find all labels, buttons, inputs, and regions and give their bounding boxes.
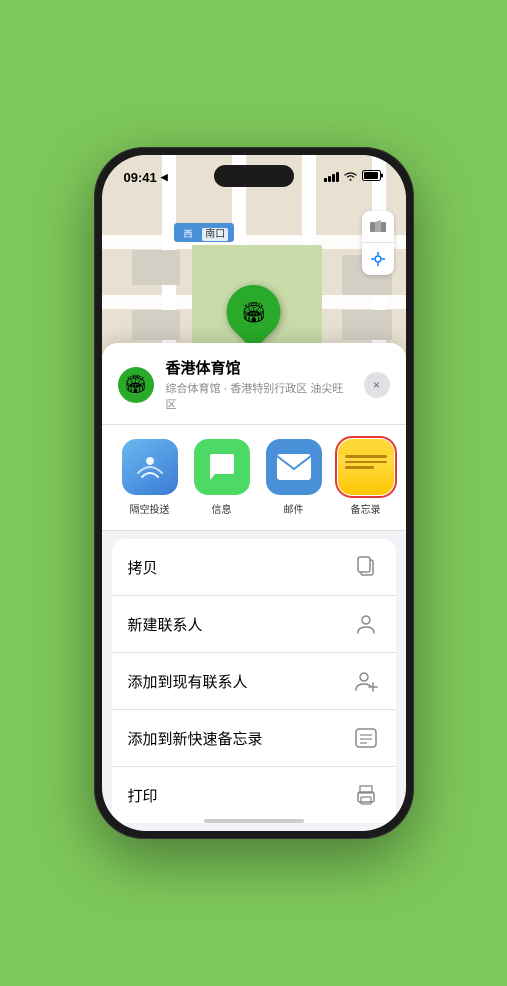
mail-label: 邮件 bbox=[284, 501, 304, 516]
venue-icon: 🏟 bbox=[118, 367, 154, 403]
location-button[interactable] bbox=[362, 243, 394, 275]
map-type-button[interactable] bbox=[362, 211, 394, 243]
share-row: 隔空投送 信息 bbox=[102, 425, 406, 531]
share-item-messages[interactable]: 信息 bbox=[190, 439, 254, 516]
home-indicator bbox=[204, 819, 304, 823]
location-info: 香港体育馆 综合体育馆 · 香港特别行政区 油尖旺区 bbox=[166, 357, 352, 412]
wifi-icon bbox=[344, 171, 357, 184]
quick-note-icon bbox=[352, 724, 380, 752]
airdrop-icon bbox=[122, 439, 178, 495]
notes-label: 备忘录 bbox=[351, 501, 381, 516]
phone-screen: 09:41 ◀ bbox=[102, 155, 406, 831]
action-print[interactable]: 打印 bbox=[112, 767, 396, 823]
messages-label: 信息 bbox=[212, 501, 232, 516]
close-button[interactable]: × bbox=[364, 372, 390, 398]
print-icon bbox=[352, 781, 380, 809]
share-item-airdrop[interactable]: 隔空投送 bbox=[118, 439, 182, 516]
status-time: 09:41 ◀ bbox=[124, 170, 168, 185]
action-add-existing-label: 添加到现有联系人 bbox=[128, 671, 248, 692]
phone-frame: 09:41 ◀ bbox=[94, 147, 414, 839]
action-copy-label: 拷贝 bbox=[128, 557, 158, 578]
pin-icon: 🏟 bbox=[215, 274, 291, 350]
action-add-existing[interactable]: 添加到现有联系人 bbox=[112, 653, 396, 710]
new-contact-icon bbox=[352, 610, 380, 638]
map-label: 西 南口 bbox=[174, 223, 235, 242]
share-item-mail[interactable]: 邮件 bbox=[262, 439, 326, 516]
action-add-note[interactable]: 添加到新快速备忘录 bbox=[112, 710, 396, 767]
copy-icon bbox=[352, 553, 380, 581]
venue-description: 综合体育馆 · 香港特别行政区 油尖旺区 bbox=[166, 380, 352, 412]
action-print-label: 打印 bbox=[128, 785, 158, 806]
action-list: 拷贝 新建联系人 bbox=[112, 539, 396, 823]
map-controls bbox=[362, 211, 394, 275]
action-add-note-label: 添加到新快速备忘录 bbox=[128, 728, 263, 749]
share-item-notes[interactable]: 备忘录 bbox=[334, 439, 398, 516]
venue-name: 香港体育馆 bbox=[166, 357, 352, 378]
status-icons bbox=[324, 168, 384, 186]
signal-bars-icon bbox=[324, 172, 339, 182]
messages-icon bbox=[194, 439, 250, 495]
airdrop-label: 隔空投送 bbox=[130, 501, 170, 516]
action-copy[interactable]: 拷贝 bbox=[112, 539, 396, 596]
action-new-contact[interactable]: 新建联系人 bbox=[112, 596, 396, 653]
location-arrow-icon: ◀ bbox=[161, 172, 168, 183]
dynamic-island bbox=[214, 165, 294, 187]
bottom-sheet: 🏟 香港体育馆 综合体育馆 · 香港特别行政区 油尖旺区 × bbox=[102, 343, 406, 831]
mail-icon bbox=[266, 439, 322, 495]
add-contact-icon bbox=[352, 667, 380, 695]
action-new-contact-label: 新建联系人 bbox=[128, 614, 203, 635]
location-card: 🏟 香港体育馆 综合体育馆 · 香港特别行政区 油尖旺区 × bbox=[102, 343, 406, 425]
battery-icon bbox=[362, 168, 384, 186]
